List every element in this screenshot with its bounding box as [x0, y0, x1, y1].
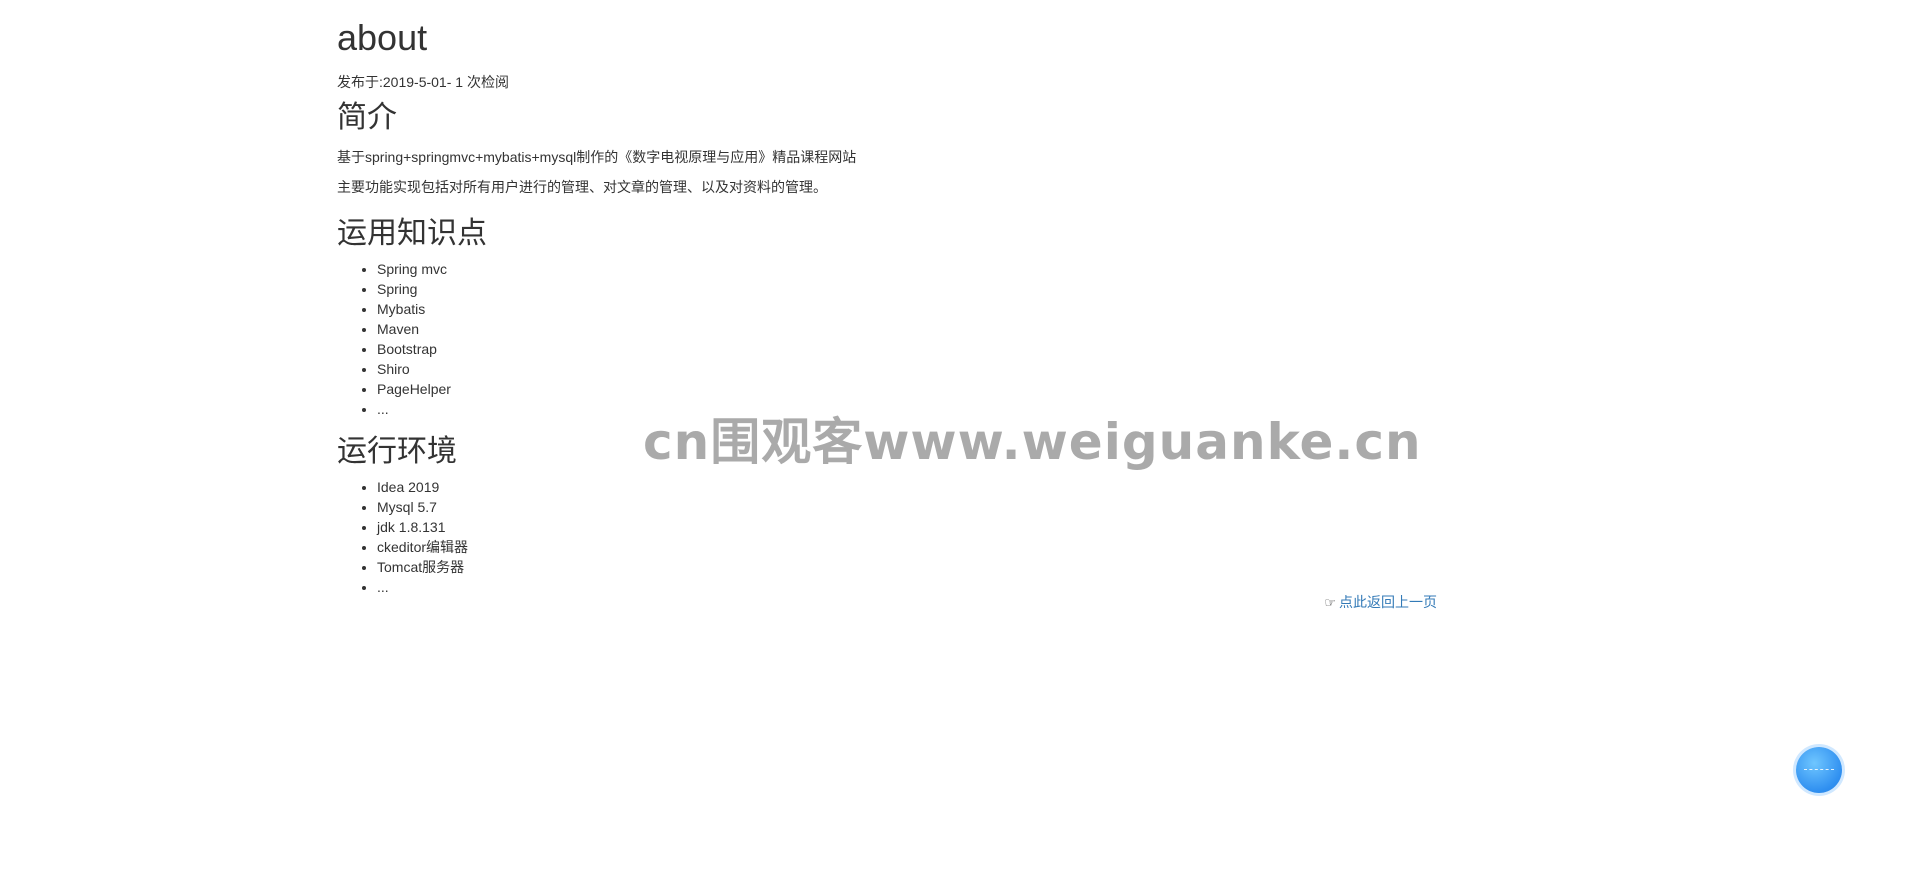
- section-heading-knowledge: 运用知识点: [337, 217, 487, 250]
- intro-paragraph: 基于spring+springmvc+mybatis+mysql制作的《数字电视…: [337, 149, 857, 165]
- floating-action-button[interactable]: [1796, 747, 1842, 793]
- environment-list: Idea 2019 Mysql 5.7 jdk 1.8.131 ckeditor…: [337, 477, 1437, 597]
- list-item: Spring: [377, 279, 1437, 299]
- page: about 发布于:2019-5-01- 1 次检阅 简介 基于spring+s…: [0, 0, 1920, 883]
- back-link[interactable]: ☞ 点此返回上一页: [1300, 592, 1437, 613]
- list-item: ...: [377, 577, 1437, 597]
- float-action-icon: [1804, 769, 1834, 772]
- hand-pointing-right-icon: ☞: [1324, 595, 1336, 610]
- post-meta: 发布于:2019-5-01- 1 次检阅: [337, 74, 509, 90]
- section-heading-intro: 简介: [337, 101, 397, 134]
- list-item: Bootstrap: [377, 339, 1437, 359]
- list-item: Shiro: [377, 359, 1437, 379]
- list-item: ckeditor编辑器: [377, 537, 1437, 557]
- intro-paragraph: 主要功能实现包括对所有用户进行的管理、对文章的管理、以及对资料的管理。: [337, 179, 827, 195]
- list-item: Spring mvc: [377, 259, 1437, 279]
- page-title: about: [337, 17, 428, 58]
- list-item: Tomcat服务器: [377, 557, 1437, 577]
- article: about 发布于:2019-5-01- 1 次检阅 简介 基于spring+s…: [337, 0, 1437, 597]
- watermark: cn围观客www.weiguanke.cn: [643, 413, 1422, 471]
- list-item: PageHelper: [377, 379, 1437, 399]
- list-item: Maven: [377, 319, 1437, 339]
- back-link-label: 点此返回上一页: [1339, 594, 1437, 610]
- list-item: Mybatis: [377, 299, 1437, 319]
- list-item: Mysql 5.7: [377, 497, 1437, 517]
- knowledge-list: Spring mvc Spring Mybatis Maven Bootstra…: [337, 259, 1437, 419]
- list-item: jdk 1.8.131: [377, 517, 1437, 537]
- list-item: Idea 2019: [377, 477, 1437, 497]
